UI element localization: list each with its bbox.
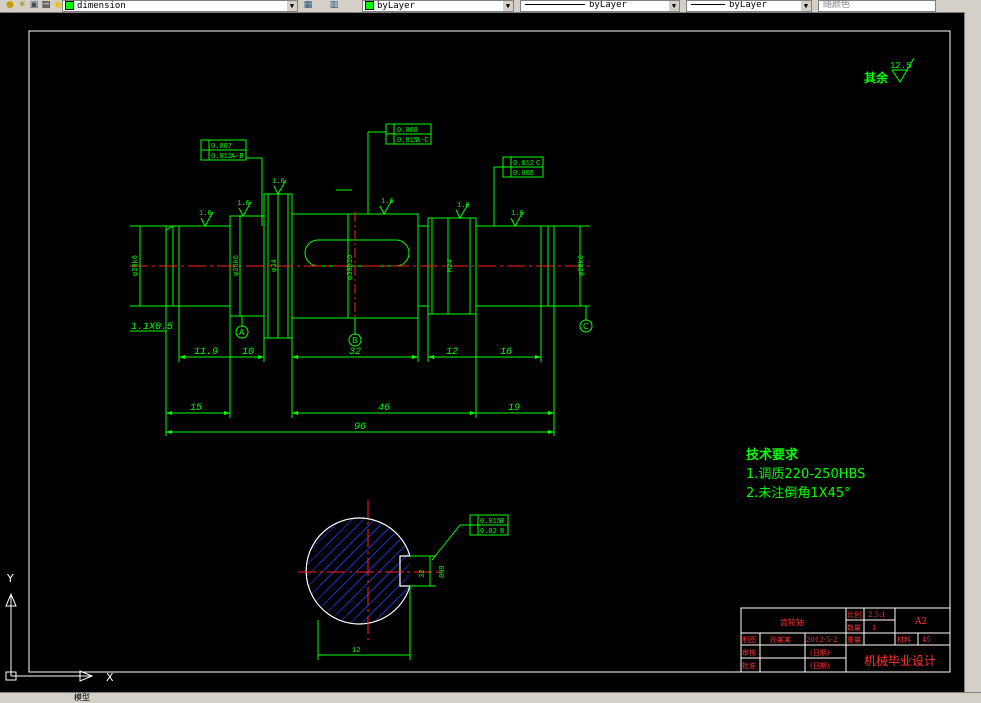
- dim-10: 10: [242, 347, 254, 358]
- tol-1c: A-B: [231, 153, 244, 161]
- tb-drawn-by: 孙某某: [770, 635, 791, 644]
- dia-thread: M24: [447, 259, 455, 272]
- drawing-border: [28, 30, 951, 673]
- vertical-scrollbar[interactable]: [964, 12, 981, 692]
- tb-check-label: 审核: [742, 648, 756, 657]
- dia-left: φ20k6: [132, 255, 140, 276]
- section-dim-key: 32: [419, 570, 427, 578]
- layout-tabs-bar: 模型: [0, 692, 981, 703]
- tol-2b: 0.015: [397, 137, 418, 145]
- section-outline: [305, 517, 411, 625]
- dim-32: 32: [349, 347, 361, 358]
- tol-2c: A-C: [416, 137, 429, 145]
- finish-6: 1.6: [511, 210, 524, 218]
- dia-step: φ26k6: [233, 255, 241, 276]
- finish-3: 1.6: [272, 178, 285, 186]
- dia-collar: φ34: [271, 259, 279, 272]
- tb-mat: 45: [922, 636, 931, 644]
- ucs-y-label: Y: [6, 572, 14, 585]
- dia-right: φ20k6: [578, 255, 586, 276]
- tb-scale-label: 比例: [847, 610, 861, 619]
- tb-weight-label: 重量: [847, 636, 861, 644]
- section-dim-bottom: 12: [352, 647, 360, 655]
- dim-19: 19: [508, 403, 520, 414]
- dim-11-9: 11.9: [194, 347, 218, 358]
- dia-mid: φ30h10: [347, 255, 355, 280]
- tb-approve-label: 批准: [742, 661, 756, 670]
- tb-qty-label: 数量: [847, 623, 861, 632]
- tb-size: A2: [914, 617, 927, 627]
- notes-line-1: 1.调质220-250HBS: [746, 467, 865, 482]
- tol-4c: 0.02: [480, 528, 497, 536]
- datum-a-label: A: [239, 328, 245, 337]
- tb-check-date: (日期): [810, 649, 830, 657]
- datum-c-label: C: [583, 322, 589, 331]
- ucs-icon: [5, 592, 94, 682]
- dim-46: 46: [378, 403, 390, 414]
- finish-1: 1.6: [199, 210, 212, 218]
- tol-4a: 0.015: [480, 518, 501, 526]
- section-dim-width: 8N9: [439, 565, 447, 578]
- tol-3b: C: [536, 160, 540, 168]
- dim-15: 15: [190, 403, 202, 414]
- datum-b-label: B: [352, 336, 358, 345]
- tb-approve-date: (日期): [810, 662, 830, 670]
- tab-model[interactable]: 模型: [74, 693, 90, 702]
- dim-12: 12: [446, 347, 458, 358]
- tol-3a: 0.012: [513, 160, 534, 168]
- notes-line-2: 2.未注倒角1X45°: [746, 486, 851, 501]
- tb-part: 齿轮轴: [780, 617, 804, 627]
- tol-4b: B: [500, 518, 504, 526]
- roughness-label: 其余: [864, 70, 889, 85]
- tol-1b: 0.012: [211, 153, 232, 161]
- tolerance-frames: [200, 123, 544, 561]
- finish-5: 1.6: [457, 202, 470, 210]
- drawing-canvas[interactable]: A C B 1.1X0.5 11.9 10 32 12 16 15 46 19 …: [0, 0, 964, 692]
- dim-96: 96: [354, 422, 366, 433]
- notes-title: 技术要求: [746, 447, 799, 463]
- finish-4: 1.6: [381, 198, 394, 206]
- ucs-x-label: X: [106, 671, 114, 684]
- tol-1a: 0.007: [211, 143, 232, 151]
- tb-qty: 1: [872, 624, 876, 632]
- tb-scale: 2.5:1: [868, 611, 886, 619]
- finish-2: 1.6: [237, 200, 250, 208]
- tol-4d: B: [500, 528, 504, 536]
- dim-16: 16: [500, 347, 512, 358]
- tb-drawn-label: 制图: [742, 635, 756, 644]
- tol-3c: 0.006: [513, 170, 534, 178]
- tol-2a: 0.008: [397, 127, 418, 135]
- tb-date: 2012-5-2: [806, 636, 837, 644]
- tb-mat-label: 材料: [897, 635, 911, 644]
- dim-chamfer: 1.1X0.5: [131, 322, 173, 333]
- tb-school: 机械毕业设计: [864, 653, 936, 668]
- roughness-value: 12.5: [890, 61, 912, 71]
